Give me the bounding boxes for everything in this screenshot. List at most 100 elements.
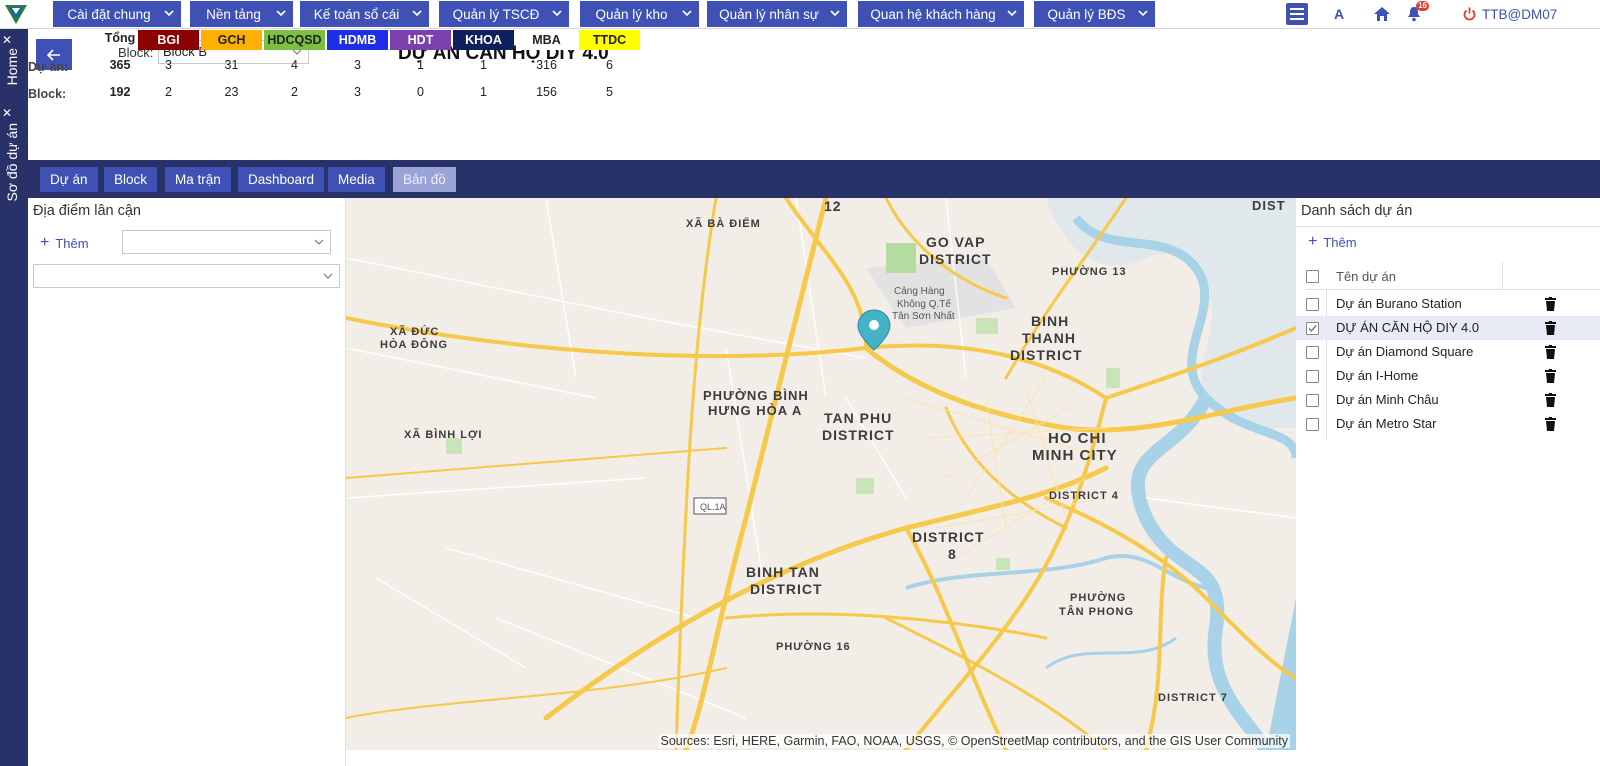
stat-header-khoa[interactable]: KHOA [453, 30, 514, 50]
map-canvas[interactable] [346, 198, 1296, 750]
map-label: THANH [1022, 330, 1076, 346]
top-menu-label: Quản lý BĐS [1047, 6, 1126, 22]
side-tab-project-map[interactable]: ✕ Sơ đồ dự án [0, 107, 28, 211]
map-label: PHƯỜNG BÌNH [703, 388, 809, 403]
row-checkbox[interactable] [1306, 394, 1319, 407]
row-checkbox[interactable] [1306, 418, 1319, 431]
close-icon[interactable]: ✕ [2, 34, 12, 46]
stat-value: 156 [536, 85, 557, 99]
location-select[interactable] [33, 264, 340, 288]
stat-value: 316 [536, 58, 557, 72]
project-row[interactable]: Dự án Minh Châu [1296, 388, 1600, 412]
user-logout[interactable]: TTB@DM07 [1463, 3, 1600, 25]
project-name: Dự án I-Home [1336, 368, 1419, 383]
map-view[interactable]: 12 XÃ BÀ ĐIỂM GO VAP DISTRICT PHƯỜNG 13 Cảng … [346, 198, 1296, 750]
project-list-panel: Danh sách dự án + Thêm Tên dự án Dự án B… [1296, 198, 1600, 766]
side-tab-home[interactable]: ✕ Home [0, 34, 28, 102]
map-label: DISTRICT [822, 427, 895, 443]
row-checkbox[interactable] [1306, 322, 1319, 335]
stat-value: 2 [165, 85, 172, 99]
stat-row-label: Dự án: [28, 60, 69, 74]
map-label: HƯNG HÒA A [708, 403, 803, 418]
notification-bell-icon[interactable]: 16 [1405, 1, 1429, 25]
project-row[interactable]: Dự án Metro Star [1296, 412, 1600, 436]
top-menu-label: Cài đặt chung [67, 6, 151, 22]
power-icon [1463, 7, 1476, 21]
top-menu-5[interactable]: Quản lý kho [580, 1, 699, 27]
tab-5[interactable]: Media [328, 167, 385, 192]
add-project-button[interactable]: + Thêm [1308, 233, 1357, 251]
select-all-checkbox[interactable] [1306, 270, 1319, 283]
map-label: QL.1A [700, 502, 726, 512]
home-icon[interactable] [1373, 3, 1391, 25]
trash-icon[interactable] [1545, 369, 1556, 383]
project-row[interactable]: Dự án I-Home [1296, 364, 1600, 388]
map-label: XÃ BÌNH LỢI [404, 429, 483, 441]
top-menu-8[interactable]: Quản lý BĐS [1034, 1, 1155, 27]
chevron-down-icon [314, 239, 324, 245]
stat-header-hdmb[interactable]: HDMB [327, 30, 388, 50]
chevron-down-icon [323, 273, 333, 279]
trash-icon[interactable] [1545, 321, 1556, 335]
stat-header-bgi[interactable]: BGI [138, 30, 199, 50]
top-menu-1[interactable]: Cài đặt chung [53, 1, 181, 27]
trash-icon[interactable] [1545, 393, 1556, 407]
font-size-button[interactable]: A [1330, 3, 1348, 25]
top-menu-6[interactable]: Quản lý nhân sự [707, 1, 847, 27]
project-row[interactable]: Dự án Burano Station [1296, 292, 1600, 316]
map-label: DIST [1252, 198, 1286, 213]
stat-header-mba[interactable]: MBA [516, 30, 577, 50]
trash-icon[interactable] [1545, 417, 1556, 431]
map-label: DISTRICT 7 [1158, 692, 1228, 704]
app-logo[interactable] [3, 2, 29, 26]
stat-value: 6 [606, 58, 613, 72]
project-row[interactable]: Dự án Diamond Square [1296, 340, 1600, 364]
map-label: GO VAP [926, 234, 986, 250]
stat-value: 4 [291, 58, 298, 72]
tab-4[interactable]: Dashboard [238, 167, 325, 192]
close-icon[interactable]: ✕ [2, 107, 12, 119]
location-type-select[interactable] [122, 230, 331, 254]
map-label: DISTRICT 4 [1049, 490, 1119, 502]
side-tab-project-map-label: Sơ đồ dự án [4, 123, 20, 202]
row-checkbox[interactable] [1306, 298, 1319, 311]
map-label: PHƯỜNG 13 [1052, 266, 1127, 278]
add-nearby-location-button[interactable]: + Thêm [40, 234, 89, 252]
project-name: Dự án Minh Châu [1336, 392, 1439, 407]
chevron-down-icon [412, 10, 422, 17]
project-row[interactable]: DỰ ÁN CĂN HỘ DIY 4.0 [1296, 316, 1600, 340]
tab-3[interactable]: Ma trận [165, 167, 231, 192]
nearby-locations-panel: Địa điểm lân cận + Thêm [28, 198, 346, 766]
trash-icon[interactable] [1545, 345, 1556, 359]
column-header-project-name: Tên dự án [1336, 269, 1397, 284]
map-label: 12 [824, 198, 842, 214]
stat-header-gch[interactable]: GCH [201, 30, 262, 50]
stat-header-hdt[interactable]: HDT [390, 30, 451, 50]
map-label: BINH TAN [746, 564, 820, 580]
tab-2[interactable]: Block [104, 167, 158, 192]
top-menu-3[interactable]: Kế toán sổ cái [300, 1, 429, 27]
tab-1[interactable]: Dự án [40, 167, 98, 192]
project-name: Dự án Burano Station [1336, 296, 1462, 311]
tab-6[interactable]: Bản đồ [393, 167, 456, 192]
stat-value: 1 [480, 58, 487, 72]
stat-header-hdcqsd[interactable]: HDCQSD [264, 30, 325, 50]
project-name: Dự án Diamond Square [1336, 344, 1474, 359]
hamburger-menu-icon[interactable] [1286, 3, 1308, 25]
top-menu-label: Quản lý kho [595, 6, 668, 22]
top-menu-4[interactable]: Quản lý TSCĐ [439, 1, 569, 27]
top-menu-2[interactable]: Nền tảng [190, 1, 293, 27]
top-menu-label: Kế toán sổ cái [313, 6, 400, 22]
map-attribution: Sources: Esri, HERE, Garmin, FAO, NOAA, … [658, 734, 1290, 748]
row-checkbox[interactable] [1306, 370, 1319, 383]
row-checkbox[interactable] [1306, 346, 1319, 359]
map-label: Cảng Hàng [894, 286, 945, 297]
map-label: DISTRICT [750, 581, 823, 597]
chevron-down-icon [276, 10, 286, 17]
stat-header-ttdc[interactable]: TTDC [579, 30, 640, 50]
stat-value: 5 [606, 85, 613, 99]
trash-icon[interactable] [1545, 297, 1556, 311]
side-tab-home-label: Home [4, 48, 20, 86]
top-menu-7[interactable]: Quan hệ khách hàng [858, 1, 1024, 27]
map-label: Không Q.Tế [897, 299, 951, 310]
